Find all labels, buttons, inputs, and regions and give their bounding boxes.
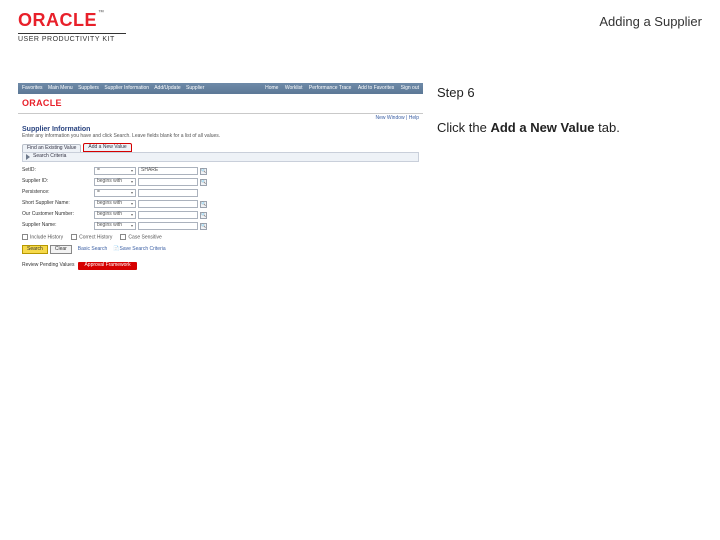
lookup-icon[interactable]: 🔍 <box>200 212 207 219</box>
operator-select[interactable]: begins with▾ <box>94 211 136 219</box>
breadcrumb: Favorites Main Menu Suppliers Supplier I… <box>22 86 208 92</box>
checkbox-icon <box>71 234 77 240</box>
nav-addfav[interactable]: Add to Favorites <box>358 85 394 91</box>
search-form: SetID: =▾ SHARE 🔍 Supplier ID: begins wi… <box>18 162 423 245</box>
clear-button[interactable]: Clear <box>50 245 72 254</box>
nav-home[interactable]: Home <box>265 85 278 91</box>
chevron-down-icon: ▾ <box>131 169 133 173</box>
instr-bold: Add a New Value <box>490 120 594 135</box>
value-select[interactable] <box>138 189 198 197</box>
shot-tabs: Find an Existing Value Add a New Value <box>18 143 423 153</box>
value-input[interactable] <box>138 178 198 186</box>
instruction-text: Click the Add a New Value tab. <box>437 120 708 135</box>
nav-signout[interactable]: Sign out <box>401 85 419 91</box>
chevron-down-icon: ▾ <box>131 191 133 195</box>
field-label: Supplier ID: <box>22 179 94 185</box>
value-input[interactable] <box>138 200 198 208</box>
review-row: Review Pending Values Approval Framework <box>18 254 423 270</box>
value-input[interactable]: SHARE <box>138 167 198 175</box>
oracle-logo-text: ORACLE <box>18 10 97 30</box>
field-row-supplierid: Supplier ID: begins with▾ 🔍 <box>22 177 419 187</box>
field-label: Persistence: <box>22 190 94 196</box>
brand-block: ORACLE™ USER PRODUCTIVITY KIT <box>18 10 126 43</box>
operator-select[interactable]: begins with▾ <box>94 222 136 230</box>
check-include-history[interactable]: Include History <box>22 234 63 241</box>
crumb: Supplier <box>186 85 204 91</box>
nav-perftrace[interactable]: Performance Trace <box>309 85 352 91</box>
checkbox-icon <box>22 234 28 240</box>
page-title: Adding a Supplier <box>599 10 702 29</box>
field-row-suppliername: Supplier Name: begins with▾ 🔍 <box>22 221 419 231</box>
field-row-shortname: Short Supplier Name: begins with▾ 🔍 <box>22 199 419 209</box>
shot-subtext: Enter any information you have and click… <box>18 134 423 143</box>
check-correct-history[interactable]: Correct History <box>71 234 112 241</box>
trademark: ™ <box>98 10 105 16</box>
instr-before: Click the <box>437 120 490 135</box>
search-criteria-bar[interactable]: Search Criteria <box>22 152 419 162</box>
field-label: Supplier Name: <box>22 223 94 229</box>
brand-divider <box>18 33 126 34</box>
mini-oracle-logo: ORACLE <box>22 99 62 109</box>
chevron-down-icon: ▾ <box>131 180 133 184</box>
crumb: Main Menu <box>48 85 73 91</box>
crumb: Add/Update <box>154 85 180 91</box>
operator-select[interactable]: begins with▾ <box>94 178 136 186</box>
new-window-link[interactable]: New Window | Help <box>18 114 423 124</box>
nav-worklist[interactable]: Worklist <box>285 85 303 91</box>
embedded-screenshot: Favorites Main Menu Suppliers Supplier I… <box>18 83 423 293</box>
checkbox-icon <box>120 234 126 240</box>
crumb: Suppliers <box>78 85 99 91</box>
lookup-icon[interactable]: 🔍 <box>200 168 207 175</box>
operator-select[interactable]: =▾ <box>94 167 136 175</box>
tab-find-existing[interactable]: Find an Existing Value <box>22 144 81 153</box>
crumb: Supplier Information <box>104 85 149 91</box>
checkbox-row: Include History Correct History Case Sen… <box>22 232 419 245</box>
basic-search-link[interactable]: Basic Search <box>78 247 107 253</box>
lookup-icon[interactable]: 🔍 <box>200 223 207 230</box>
save-search-link[interactable]: 📄 Save Search Criteria <box>113 247 165 253</box>
upk-label: USER PRODUCTIVITY KIT <box>18 36 126 43</box>
search-button[interactable]: Search <box>22 245 48 254</box>
button-row: Search Clear Basic Search 📄 Save Search … <box>18 245 423 254</box>
tab-add-new-value[interactable]: Add a New Value <box>83 143 131 153</box>
operator-select[interactable]: =▾ <box>94 189 136 197</box>
value-input[interactable] <box>138 211 198 219</box>
field-row-persistence: Persistence: =▾ <box>22 188 419 198</box>
instr-after: tab. <box>595 120 620 135</box>
topnav-links: Home Worklist Performance Trace Add to F… <box>260 86 419 92</box>
check-case-sensitive[interactable]: Case Sensitive <box>120 234 161 241</box>
approval-framework-button[interactable]: Approval Framework <box>78 262 136 270</box>
field-label: SetID: <box>22 168 94 174</box>
field-row-setid: SetID: =▾ SHARE 🔍 <box>22 166 419 176</box>
expand-icon <box>26 154 30 160</box>
lookup-icon[interactable]: 🔍 <box>200 179 207 186</box>
shot-topbar: Favorites Main Menu Suppliers Supplier I… <box>18 83 423 94</box>
operator-select[interactable]: begins with▾ <box>94 200 136 208</box>
instruction-panel: Step 6 Click the Add a New Value tab. <box>437 83 708 293</box>
field-label: Short Supplier Name: <box>22 201 94 207</box>
crumb: Favorites <box>22 85 43 91</box>
shot-brand-row: ORACLE <box>18 94 423 114</box>
value-input[interactable] <box>138 222 198 230</box>
lookup-icon[interactable]: 🔍 <box>200 201 207 208</box>
review-label: Review Pending Values <box>22 263 74 269</box>
field-label: Our Customer Number: <box>22 212 94 218</box>
field-row-custnum: Our Customer Number: begins with▾ 🔍 <box>22 210 419 220</box>
chevron-down-icon: ▾ <box>131 224 133 228</box>
step-label: Step 6 <box>437 85 708 100</box>
oracle-logo: ORACLE™ <box>18 10 126 31</box>
search-criteria-label: Search Criteria <box>33 154 66 160</box>
chevron-down-icon: ▾ <box>131 213 133 217</box>
chevron-down-icon: ▾ <box>131 202 133 206</box>
